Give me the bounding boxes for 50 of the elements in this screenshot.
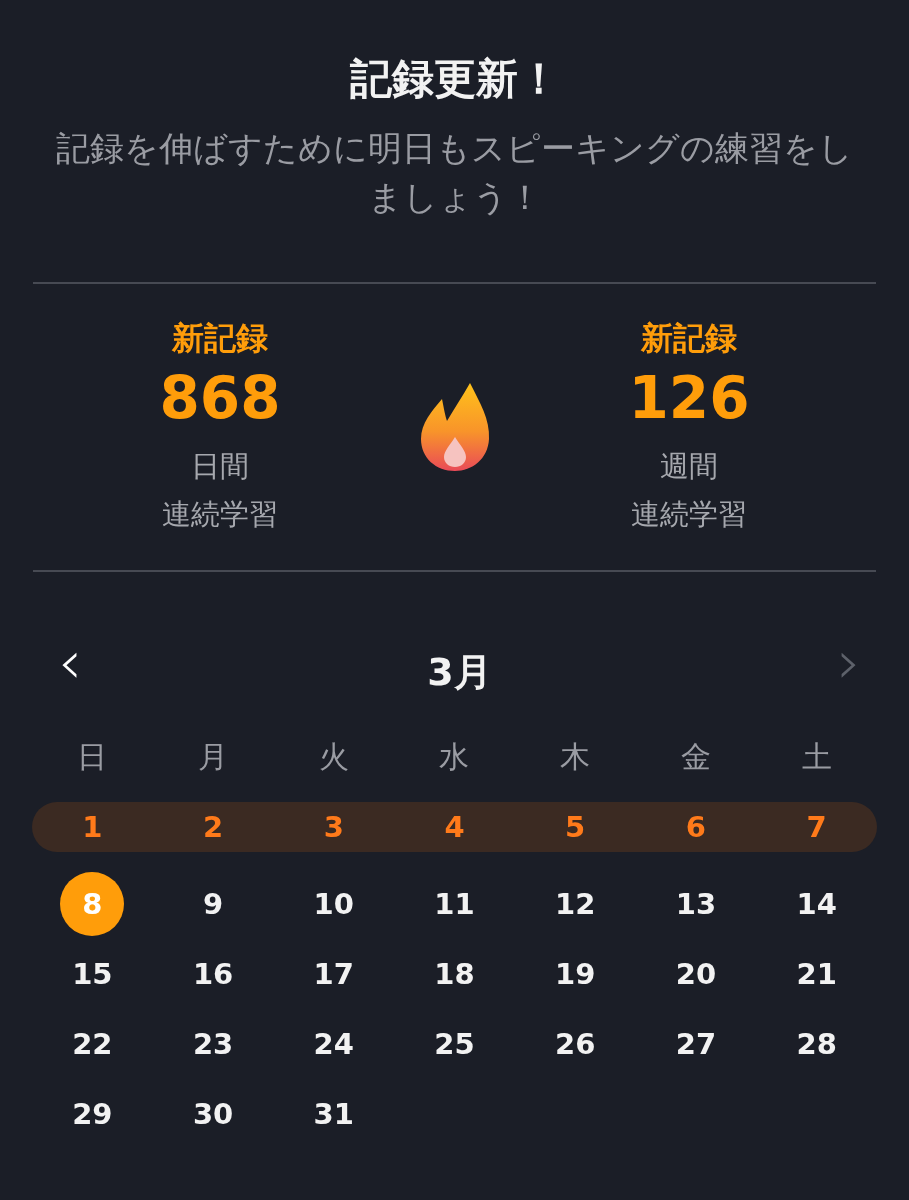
streak-unit: 週間 <box>660 448 718 485</box>
streak-count: 126 <box>628 363 750 434</box>
calendar-day[interactable]: 15 <box>60 942 125 1006</box>
calendar-day[interactable]: 3 <box>323 810 344 844</box>
calendar-day[interactable]: 14 <box>784 872 849 936</box>
calendar-day[interactable]: 28 <box>784 1012 849 1076</box>
calendar-day[interactable]: 27 <box>663 1012 728 1076</box>
calendar-day[interactable]: 13 <box>663 872 728 936</box>
streak-label: 連続学習 <box>162 496 278 533</box>
weekday-label: 土 <box>801 738 832 776</box>
calendar-day[interactable]: 31 <box>301 1082 366 1146</box>
calendar-day[interactable]: 11 <box>422 872 487 936</box>
calendar-day[interactable]: 17 <box>301 942 366 1006</box>
calendar-day[interactable]: 19 <box>543 942 608 1006</box>
calendar-day[interactable]: 25 <box>422 1012 487 1076</box>
calendar-day[interactable]: 29 <box>60 1082 125 1146</box>
streak-unit: 日間 <box>191 448 249 485</box>
title: 記録更新！ <box>349 53 560 105</box>
calendar-day[interactable]: 10 <box>301 872 366 936</box>
weekday-label: 火 <box>318 738 349 776</box>
calendar-day[interactable]: 12 <box>543 872 608 936</box>
weekday-label: 月 <box>198 738 229 776</box>
calendar-day[interactable]: 2 <box>202 810 224 844</box>
calendar-day[interactable]: 4 <box>444 810 465 844</box>
record-label: 新記録 <box>641 318 737 359</box>
month-title: 3月 <box>427 650 492 694</box>
calendar-day[interactable]: 16 <box>181 942 246 1006</box>
previous-month-button[interactable]: ‹ <box>50 632 90 692</box>
calendar-day[interactable]: 7 <box>806 810 827 844</box>
calendar-day[interactable]: 1 <box>82 810 103 844</box>
weekday-label: 木 <box>560 738 591 776</box>
subtitle: 記録を伸ばすために明日もスピーキングの練習をしましょう！ <box>55 127 854 219</box>
calendar-day[interactable]: 6 <box>685 810 706 844</box>
weekday-label: 水 <box>439 738 470 776</box>
streak-count: 868 <box>159 363 281 434</box>
calendar-day[interactable]: 30 <box>181 1082 246 1146</box>
calendar-day[interactable]: 20 <box>663 942 728 1006</box>
record-label: 新記録 <box>172 318 268 359</box>
calendar-day[interactable]: 22 <box>60 1012 125 1076</box>
calendar-day[interactable]: 24 <box>301 1012 366 1076</box>
calendar-day[interactable]: 23 <box>181 1012 246 1076</box>
calendar-day[interactable]: 26 <box>543 1012 608 1076</box>
streak-label: 連続学習 <box>631 496 747 533</box>
weekday-label: 金 <box>680 738 711 776</box>
flame-icon <box>419 381 490 473</box>
calendar-day[interactable]: 5 <box>565 810 586 844</box>
weekday-label: 日 <box>77 738 108 776</box>
calendar-day[interactable]: 18 <box>422 942 487 1006</box>
calendar-day[interactable]: 9 <box>181 872 246 936</box>
calendar-day[interactable]: 21 <box>784 942 849 1006</box>
